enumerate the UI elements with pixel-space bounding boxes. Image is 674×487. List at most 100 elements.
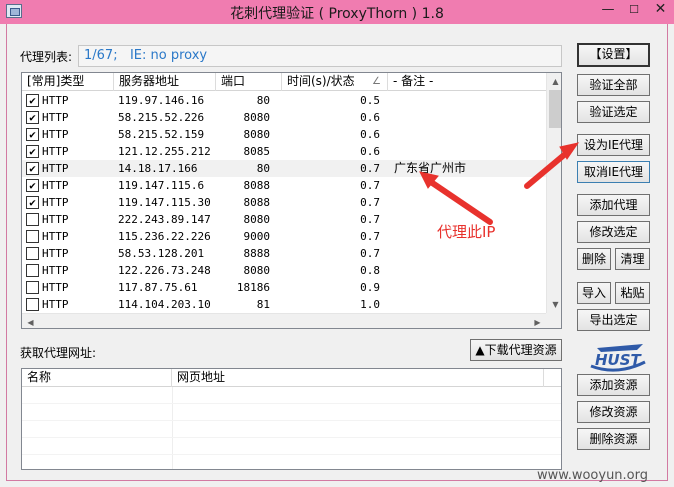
add-proxy-button[interactable]: 添加代理 bbox=[577, 194, 650, 216]
fetch-url-label: 获取代理网址: bbox=[20, 346, 97, 360]
watermark: www.wooyun.org bbox=[537, 468, 649, 483]
import-button[interactable]: 导入 bbox=[577, 282, 611, 304]
cell-server: 117.87.75.61 bbox=[118, 281, 198, 294]
col-type[interactable]: [常用]类型 bbox=[22, 73, 114, 91]
row-checkbox[interactable] bbox=[26, 247, 39, 260]
scroll-up-icon[interactable]: ▲ bbox=[547, 73, 561, 90]
verify-all-button[interactable]: 验证全部 bbox=[577, 74, 650, 96]
scroll-corner bbox=[546, 313, 561, 328]
download-resources-button[interactable]: ▲下载代理资源 bbox=[470, 339, 562, 361]
cell-type: HTTP bbox=[42, 162, 69, 175]
row-checkbox[interactable]: ✔ bbox=[26, 128, 39, 141]
maximize-button[interactable]: ☐ bbox=[621, 0, 647, 20]
resource-row[interactable] bbox=[22, 421, 561, 438]
cell-server: 114.104.203.10 bbox=[118, 298, 211, 311]
verify-selected-button[interactable]: 验证选定 bbox=[577, 101, 650, 123]
col-name[interactable]: 名称 bbox=[22, 369, 172, 387]
table-row[interactable]: HTTP 117.87.75.61 18186 0.9 bbox=[22, 279, 546, 296]
close-button[interactable]: ✕ bbox=[647, 0, 674, 20]
cell-server: 14.18.17.166 bbox=[118, 162, 198, 175]
proxy-list[interactable]: [常用]类型 服务器地址 端口 时间(s)/状态 ∠ - 备注 - ✔ HTTP 1… bbox=[21, 72, 562, 329]
cell-port: 8088 bbox=[243, 179, 271, 192]
cell-port: 8080 bbox=[243, 213, 271, 226]
cell-time: 0.6 bbox=[360, 111, 380, 124]
table-row[interactable]: HTTP 58.53.128.201 8888 0.7 bbox=[22, 245, 546, 262]
row-checkbox[interactable] bbox=[26, 213, 39, 226]
row-checkbox[interactable] bbox=[26, 281, 39, 294]
scroll-right-icon[interactable]: ▶ bbox=[529, 314, 546, 328]
table-row[interactable]: ✔ HTTP 119.97.146.16 80 0.5 bbox=[22, 92, 546, 109]
cell-type: HTTP bbox=[42, 145, 69, 158]
table-row[interactable]: ✔ HTTP 58.215.52.159 8080 0.6 bbox=[22, 126, 546, 143]
scroll-thumb[interactable] bbox=[549, 90, 561, 128]
cell-time: 0.9 bbox=[360, 281, 380, 294]
table-row[interactable]: HTTP 114.104.203.10 81 1.0 bbox=[22, 296, 546, 313]
row-checkbox[interactable] bbox=[26, 298, 39, 311]
resource-row[interactable] bbox=[22, 404, 561, 421]
proxy-list-label: 代理列表: bbox=[20, 50, 73, 64]
edit-resource-button[interactable]: 修改资源 bbox=[577, 401, 650, 423]
cell-type: HTTP bbox=[42, 179, 69, 192]
resource-row[interactable] bbox=[22, 438, 561, 455]
col-port[interactable]: 端口 bbox=[216, 73, 282, 91]
cell-server: 222.243.89.147 bbox=[118, 213, 211, 226]
export-selected-button[interactable]: 导出选定 bbox=[577, 309, 650, 331]
delete-button[interactable]: 删除 bbox=[577, 248, 611, 270]
cell-port: 80 bbox=[256, 162, 270, 175]
minimize-button[interactable]: — bbox=[595, 0, 621, 20]
cell-port: 8085 bbox=[243, 145, 271, 158]
table-row[interactable]: ✔ HTTP 119.147.115.30 8088 0.7 bbox=[22, 194, 546, 211]
scroll-down-icon[interactable]: ▼ bbox=[547, 296, 561, 313]
cell-port: 8080 bbox=[243, 128, 271, 141]
cell-server: 119.147.115.6 bbox=[118, 179, 205, 192]
row-checkbox[interactable]: ✔ bbox=[26, 94, 39, 107]
cell-type: HTTP bbox=[42, 213, 69, 226]
row-checkbox[interactable]: ✔ bbox=[26, 196, 39, 209]
row-checkbox[interactable]: ✔ bbox=[26, 179, 39, 192]
sort-indicator-icon: ∠ bbox=[372, 76, 381, 87]
cell-type: HTTP bbox=[42, 247, 69, 260]
table-row[interactable]: ✔ HTTP 14.18.17.166 80 0.7 广东省广州市 bbox=[22, 160, 546, 177]
col-server[interactable]: 服务器地址 bbox=[114, 73, 216, 91]
title-bar: 花刺代理验证 ( ProxyThorn ) 1.8 — ☐ ✕ bbox=[0, 0, 674, 24]
cell-type: HTTP bbox=[42, 264, 69, 277]
cell-time: 0.8 bbox=[360, 264, 380, 277]
logo-text: HUST bbox=[595, 351, 643, 369]
clear-button[interactable]: 清理 bbox=[615, 248, 650, 270]
cell-server: 121.12.255.212 bbox=[118, 145, 211, 158]
cell-server: 58.53.128.201 bbox=[118, 247, 205, 260]
table-row[interactable]: ✔ HTTP 121.12.255.212 8085 0.6 bbox=[22, 143, 546, 160]
scroll-left-icon[interactable]: ◀ bbox=[22, 314, 39, 328]
table-row[interactable]: HTTP 122.226.73.248 8080 0.8 bbox=[22, 262, 546, 279]
col-time[interactable]: 时间(s)/状态 ∠ bbox=[282, 73, 388, 91]
paste-button[interactable]: 粘贴 bbox=[615, 282, 650, 304]
set-ie-proxy-button[interactable]: 设为IE代理 bbox=[577, 134, 650, 156]
delete-resource-button[interactable]: 删除资源 bbox=[577, 428, 650, 450]
cell-time: 0.7 bbox=[360, 213, 380, 226]
row-checkbox[interactable] bbox=[26, 230, 39, 243]
status-field: 1/67; IE: no proxy bbox=[78, 45, 562, 67]
row-checkbox[interactable]: ✔ bbox=[26, 162, 39, 175]
cell-time: 0.7 bbox=[360, 162, 380, 175]
col-note[interactable]: - 备注 - bbox=[388, 73, 546, 91]
settings-button[interactable]: 【设置】 bbox=[577, 43, 650, 67]
cell-server: 119.97.146.16 bbox=[118, 94, 205, 107]
cell-port: 18186 bbox=[236, 281, 270, 294]
resource-list[interactable]: 名称 网页地址 bbox=[21, 368, 562, 470]
proxy-list-vscrollbar[interactable]: ▲ ▼ bbox=[546, 73, 561, 313]
cell-time: 0.7 bbox=[360, 230, 380, 243]
cell-time: 0.7 bbox=[360, 196, 380, 209]
row-checkbox[interactable]: ✔ bbox=[26, 145, 39, 158]
table-row[interactable]: ✔ HTTP 58.215.52.226 8080 0.6 bbox=[22, 109, 546, 126]
cell-server: 58.215.52.159 bbox=[118, 128, 205, 141]
resource-row[interactable] bbox=[22, 387, 561, 404]
resource-list-header: 名称 网页地址 bbox=[22, 369, 561, 387]
col-url[interactable]: 网页地址 bbox=[172, 369, 544, 387]
proxy-list-hscrollbar[interactable]: ◀ ▶ bbox=[22, 313, 546, 328]
row-checkbox[interactable]: ✔ bbox=[26, 111, 39, 124]
row-checkbox[interactable] bbox=[26, 264, 39, 277]
table-row[interactable]: ✔ HTTP 119.147.115.6 8088 0.7 bbox=[22, 177, 546, 194]
cancel-ie-proxy-button[interactable]: 取消IE代理 bbox=[577, 161, 650, 183]
add-resource-button[interactable]: 添加资源 bbox=[577, 374, 650, 396]
edit-selected-button[interactable]: 修改选定 bbox=[577, 221, 650, 243]
